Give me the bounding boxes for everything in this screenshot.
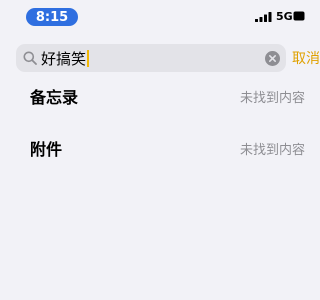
time-pill[interactable]: 8:15: [26, 8, 78, 26]
status-bar: 8:15 5G: [0, 0, 305, 34]
network-type: 5G: [276, 10, 293, 23]
notes-result-row[interactable]: 备忘录 未找到内容: [30, 86, 305, 112]
search-field[interactable]: 好搞笑: [16, 44, 286, 72]
attachments-result-row[interactable]: 附件 未找到内容: [30, 138, 305, 164]
notes-title: 备忘录: [30, 88, 79, 107]
status-time: 8:15: [35, 9, 69, 25]
search-query: 好搞笑: [41, 50, 87, 68]
text-cursor: [87, 50, 90, 67]
cancel-button[interactable]: 取消: [292, 48, 320, 68]
attachments-title: 附件: [30, 140, 63, 159]
notes-status: 未找到内容: [240, 91, 306, 106]
attachments-status: 未找到内容: [240, 143, 306, 158]
search-input[interactable]: 好搞笑: [41, 50, 90, 68]
battery-icon: [293, 11, 305, 21]
cellular-signal-icon: [255, 12, 272, 22]
search-icon: [23, 51, 37, 65]
clear-icon[interactable]: [265, 51, 280, 66]
